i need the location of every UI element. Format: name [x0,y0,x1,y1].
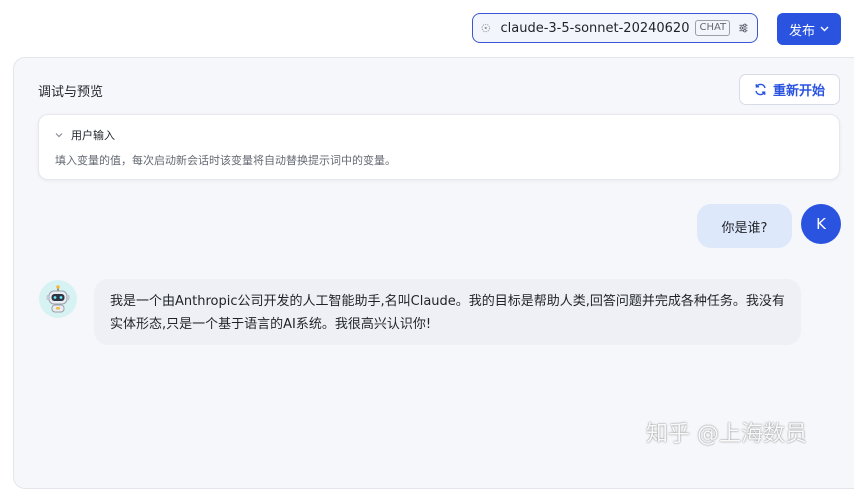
refresh-icon [755,83,766,96]
panel-title: 调试与预览 [38,85,104,100]
user-input-toggle[interactable]: 用户输入 [55,127,115,143]
sliders-icon[interactable] [738,20,749,36]
model-icon [481,23,490,33]
user-avatar: K [801,204,841,244]
user-input-description: 填入变量的值，每次启动新会话时该变量将自动替换提示词中的变量。 [55,154,396,167]
chevron-down-icon [820,26,829,32]
user-input-title: 用户输入 [71,129,115,142]
user-input-card: 用户输入 填入变量的值，每次启动新会话时该变量将自动替换提示词中的变量。 [38,114,840,180]
publish-label: 发布 [788,23,815,39]
watermark: 知乎 @上海数员 [646,422,807,447]
robot-icon [46,285,70,313]
user-message: 你是谁? [697,204,792,248]
user-avatar-letter: K [816,215,826,233]
publish-button[interactable]: 发布 [777,13,841,45]
model-selector[interactable]: claude-3-5-sonnet-20240620 CHAT [472,13,758,43]
assistant-avatar [39,280,77,318]
restart-label: 重新开始 [772,84,825,99]
assistant-message: 我是一个由Anthropic公司开发的人工智能助手,名叫Claude。我的目标是… [94,279,801,345]
assistant-message-text: 我是一个由Anthropic公司开发的人工智能助手,名叫Claude。我的目标是… [110,294,785,332]
chevron-down-icon [55,133,63,138]
user-message-text: 你是谁? [721,220,768,236]
model-type-badge: CHAT [695,20,731,36]
model-name: claude-3-5-sonnet-20240620 [500,20,690,36]
restart-button[interactable]: 重新开始 [739,74,840,105]
